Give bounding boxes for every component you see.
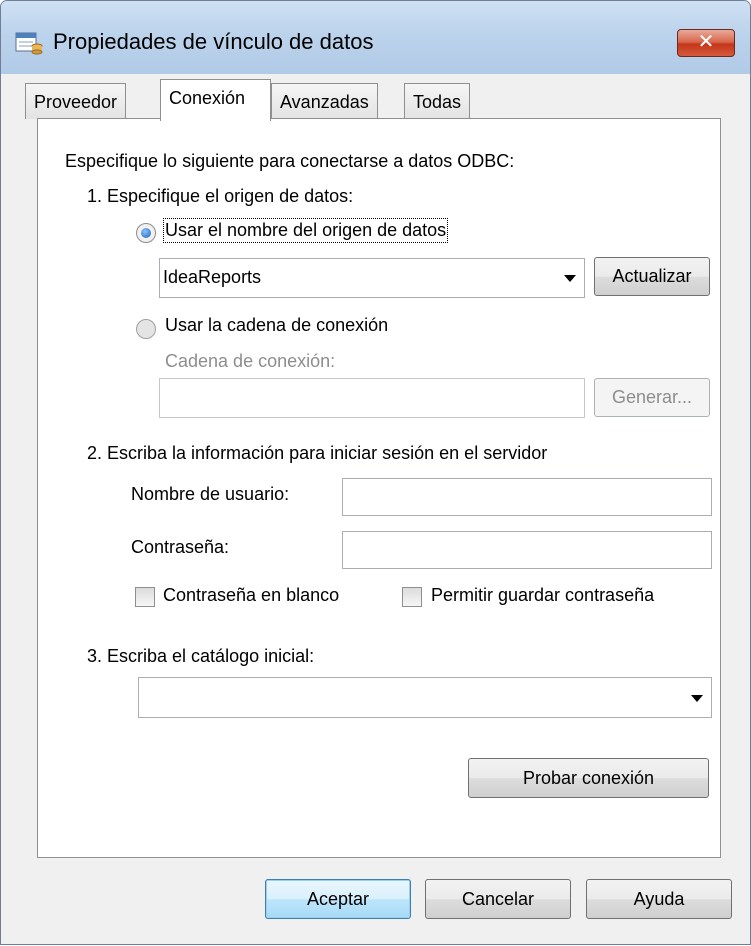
intro-text: Especifique lo siguiente para conectarse…: [65, 151, 515, 171]
allow-save-password-label[interactable]: Permitir guardar contraseña: [431, 585, 654, 606]
allow-save-password-checkbox[interactable]: [402, 587, 422, 607]
test-connection-button[interactable]: Probar conexión: [468, 758, 709, 798]
ok-button[interactable]: Aceptar: [265, 879, 411, 919]
step2-label: 2. Escriba la información para iniciar s…: [87, 443, 548, 463]
blank-password-checkbox[interactable]: [135, 587, 155, 607]
help-button[interactable]: Ayuda: [586, 879, 732, 919]
step3-label: 3. Escriba el catálogo inicial:: [87, 646, 315, 666]
radio-use-dsn-label[interactable]: Usar el nombre del origen de datos: [162, 218, 449, 243]
dsn-value: IdeaReports: [163, 267, 262, 287]
dsn-combobox[interactable]: IdeaReports: [159, 258, 585, 298]
radio-use-connection-string-label[interactable]: Usar la cadena de conexión: [165, 315, 388, 336]
password-label: Contraseña:: [131, 537, 230, 557]
blank-password-label[interactable]: Contraseña en blanco: [163, 585, 339, 606]
chevron-down-icon[interactable]: [691, 695, 703, 702]
username-label: Nombre de usuario:: [131, 484, 290, 504]
username-input[interactable]: [342, 478, 712, 516]
catalog-combobox[interactable]: [138, 677, 712, 718]
connection-string-label: Cadena de conexión:: [165, 351, 336, 371]
radio-use-dsn[interactable]: [136, 223, 156, 243]
connection-string-input[interactable]: [159, 378, 585, 418]
radio-use-connection-string[interactable]: [136, 319, 156, 339]
cancel-button[interactable]: Cancelar: [425, 879, 571, 919]
password-input[interactable]: [342, 531, 712, 569]
build-button[interactable]: Generar...: [594, 378, 710, 417]
refresh-button[interactable]: Actualizar: [594, 257, 710, 296]
dialog-window: Propiedades de vínculo de datos ✕ Provee…: [0, 0, 751, 945]
chevron-down-icon[interactable]: [564, 275, 576, 282]
step1-label: 1. Especifique el origen de datos:: [87, 186, 354, 206]
